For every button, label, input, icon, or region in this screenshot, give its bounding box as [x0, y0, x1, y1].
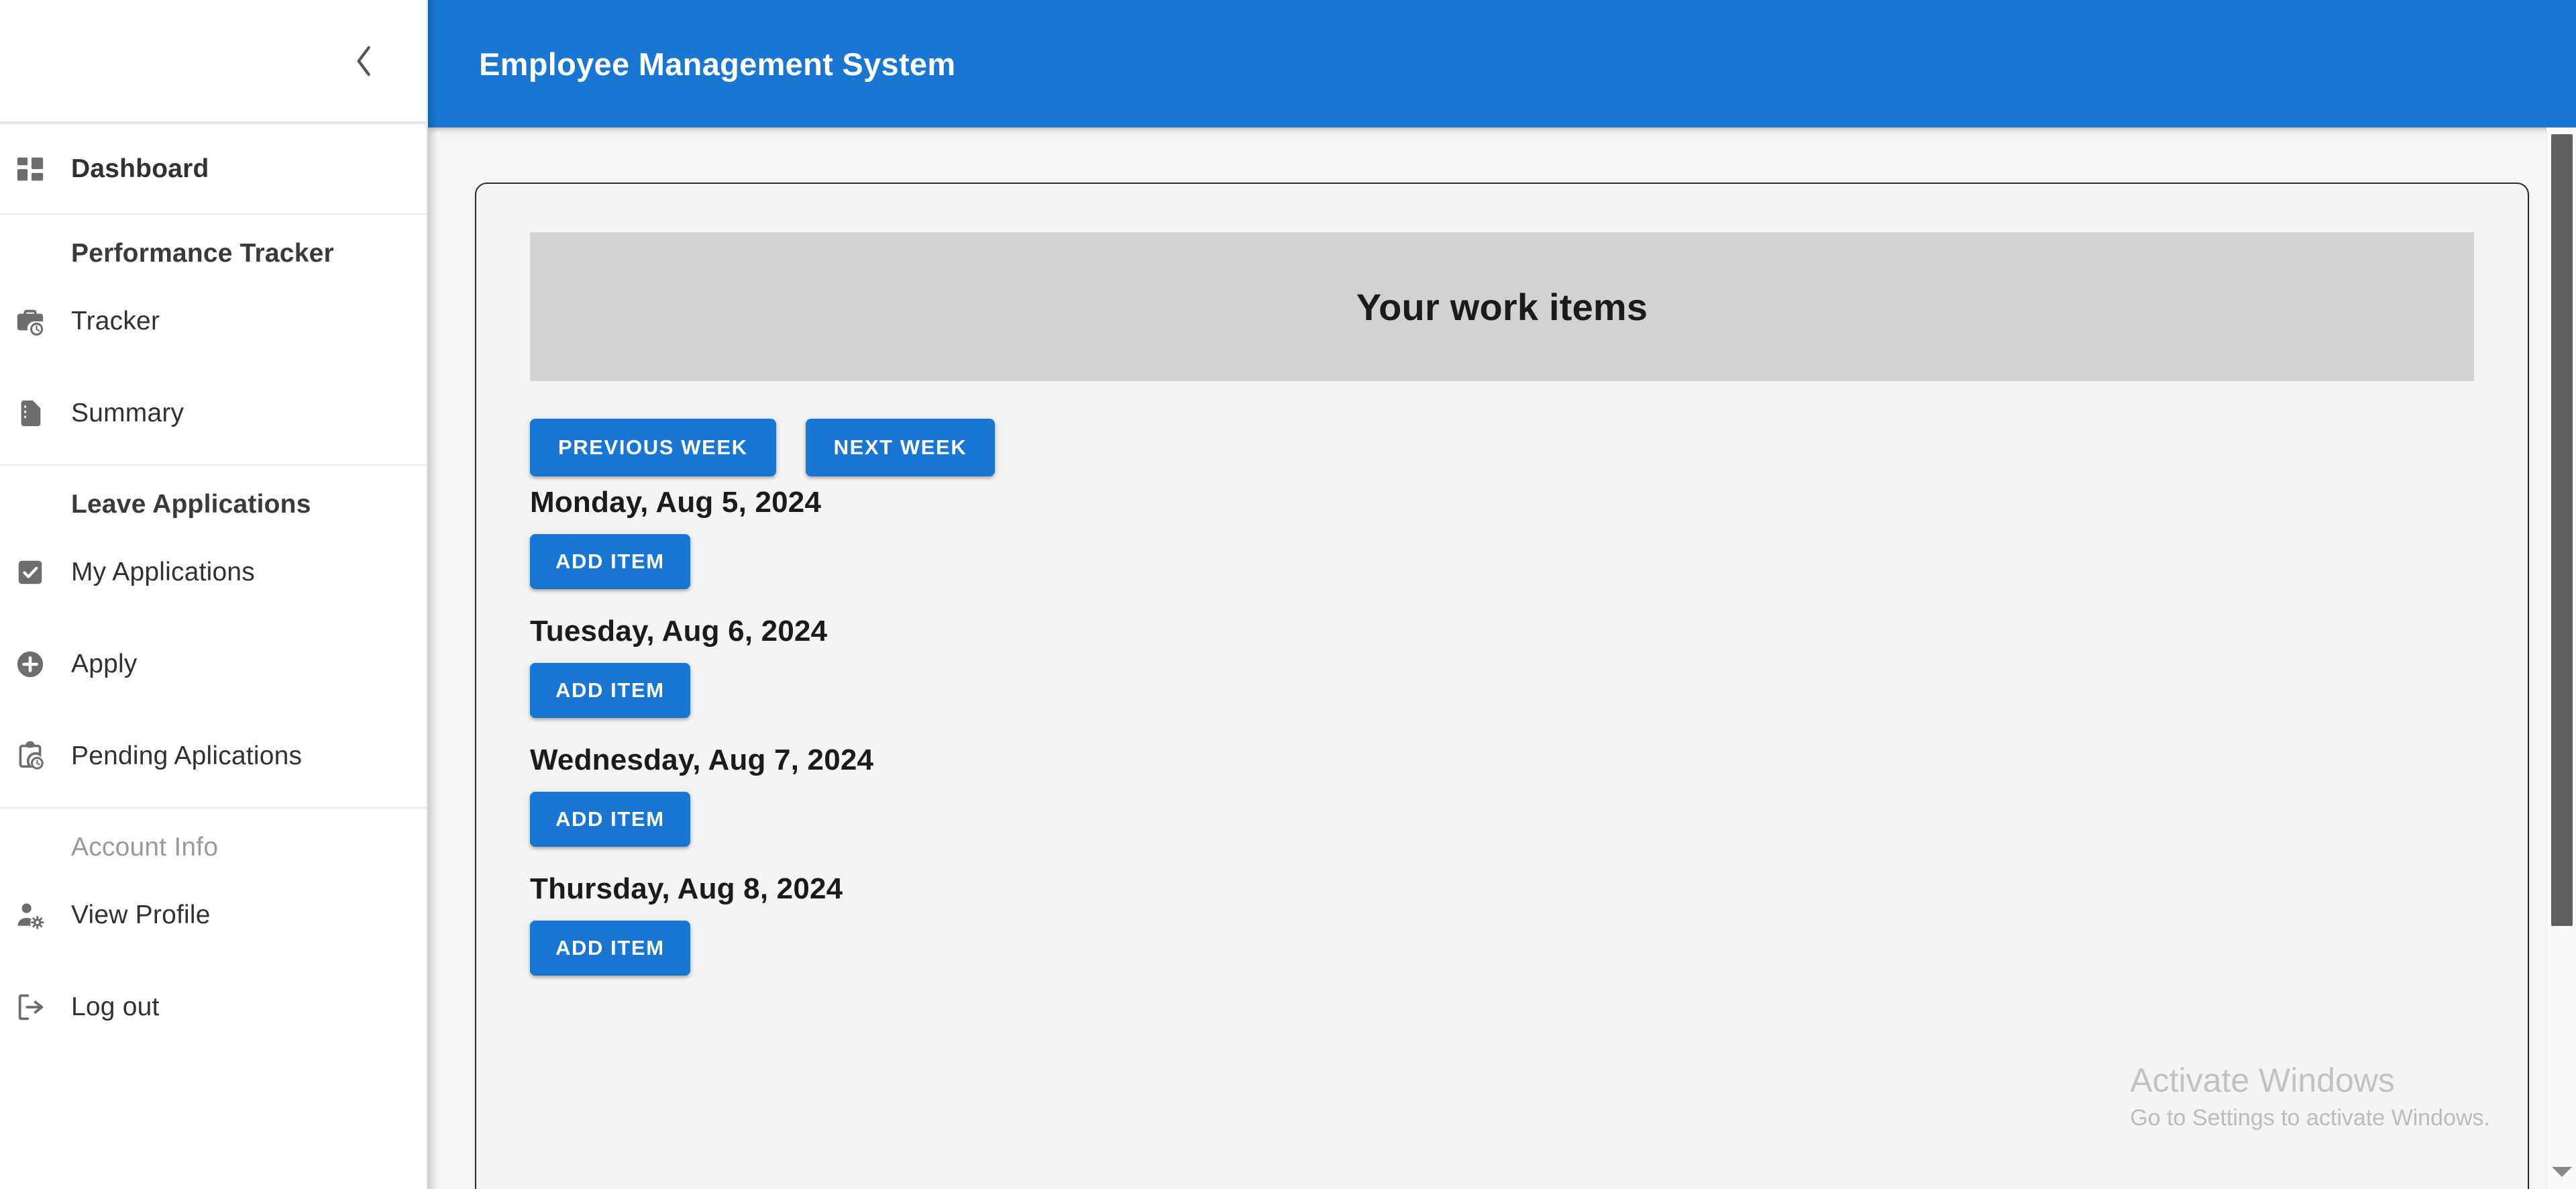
day-date-label: Monday, Aug 5, 2024: [530, 486, 822, 519]
sidebar-item-summary[interactable]: Summary: [0, 367, 427, 459]
application-root: Dashboard Performance Tracker Tracker Su…: [0, 0, 2576, 1189]
day-block: Wednesday, Aug 7, 2024 ADD ITEM: [530, 743, 2474, 847]
sidebar-group-title: Account Info: [71, 833, 219, 862]
sidebar-item-log-out[interactable]: Log out: [0, 961, 427, 1053]
content-area: Your work items PREVIOUS WEEK NEXT WEEK …: [428, 127, 2576, 1189]
sidebar-item-label: View Profile: [71, 900, 211, 929]
add-item-button[interactable]: ADD ITEM: [530, 792, 690, 847]
vertical-scrollbar[interactable]: [2546, 127, 2576, 1189]
briefcase-clock-icon: [15, 306, 67, 337]
week-navigation: PREVIOUS WEEK NEXT WEEK: [530, 419, 2474, 476]
plus-circle-icon: [15, 649, 67, 680]
work-items-card: Your work items PREVIOUS WEEK NEXT WEEK …: [475, 183, 2529, 1189]
logout-arrow-icon: [15, 992, 67, 1023]
add-item-button[interactable]: ADD ITEM: [530, 534, 690, 589]
day-block: Thursday, Aug 8, 2024 ADD ITEM: [530, 872, 2474, 976]
day-block: Monday, Aug 5, 2024 ADD ITEM: [530, 486, 2474, 589]
dashboard-grid-icon: [15, 154, 67, 185]
previous-week-button[interactable]: PREVIOUS WEEK: [530, 419, 776, 476]
sidebar-item-label: Log out: [71, 992, 160, 1021]
work-items-banner: Your work items: [530, 232, 2474, 381]
sidebar-group-title: Performance Tracker: [71, 239, 334, 268]
day-date-label: Thursday, Aug 8, 2024: [530, 872, 843, 905]
day-date-label: Tuesday, Aug 6, 2024: [530, 615, 828, 648]
sidebar-item-tracker[interactable]: Tracker: [0, 275, 427, 367]
sidebar-group-performance-tracker: Performance Tracker Tracker Summary: [0, 215, 427, 464]
sidebar-item-label: Apply: [71, 649, 138, 678]
sidebar-collapse-button[interactable]: [334, 31, 394, 91]
next-week-button[interactable]: NEXT WEEK: [805, 419, 996, 476]
sidebar-group-title: Leave Applications: [71, 490, 311, 519]
sidebar-item-dashboard[interactable]: Dashboard: [0, 123, 427, 215]
main-panel: Employee Management System Your work ite…: [428, 0, 2576, 1189]
chevron-left-icon: [351, 41, 378, 81]
sidebar-item-label: My Applications: [71, 557, 255, 586]
user-gear-icon: [15, 900, 67, 931]
sidebar-item-label: Summary: [71, 398, 184, 427]
app-title: Employee Management System: [479, 46, 956, 82]
sidebar-group-account-info: Account Info View Profile Log out: [0, 809, 427, 1058]
scroll-down-arrow-icon[interactable]: [2551, 1167, 2572, 1177]
document-icon: [15, 398, 67, 429]
sidebar-item-view-profile[interactable]: View Profile: [0, 869, 427, 961]
add-item-button[interactable]: ADD ITEM: [530, 663, 690, 718]
sidebar-item-label: Dashboard: [71, 154, 209, 183]
sidebar-group-leave-applications: Leave Applications My Applications Apply…: [0, 466, 427, 807]
app-header: Employee Management System: [428, 0, 2576, 127]
scrollbar-thumb[interactable]: [2551, 134, 2573, 926]
sidebar-item-my-applications[interactable]: My Applications: [0, 526, 427, 618]
checkbox-checked-icon: [15, 557, 67, 588]
day-date-label: Wednesday, Aug 7, 2024: [530, 743, 874, 776]
sidebar: Dashboard Performance Tracker Tracker Su…: [0, 0, 428, 1189]
add-item-button[interactable]: ADD ITEM: [530, 921, 690, 976]
sidebar-item-label: Tracker: [71, 306, 160, 335]
sidebar-item-apply[interactable]: Apply: [0, 618, 427, 710]
day-block: Tuesday, Aug 6, 2024 ADD ITEM: [530, 615, 2474, 718]
sidebar-item-pending-applications[interactable]: Pending Aplications: [0, 710, 427, 802]
sidebar-header: [0, 0, 427, 123]
clipboard-clock-icon: [15, 741, 67, 772]
work-items-title: Your work items: [1356, 285, 1648, 328]
sidebar-item-label: Pending Aplications: [71, 741, 303, 770]
